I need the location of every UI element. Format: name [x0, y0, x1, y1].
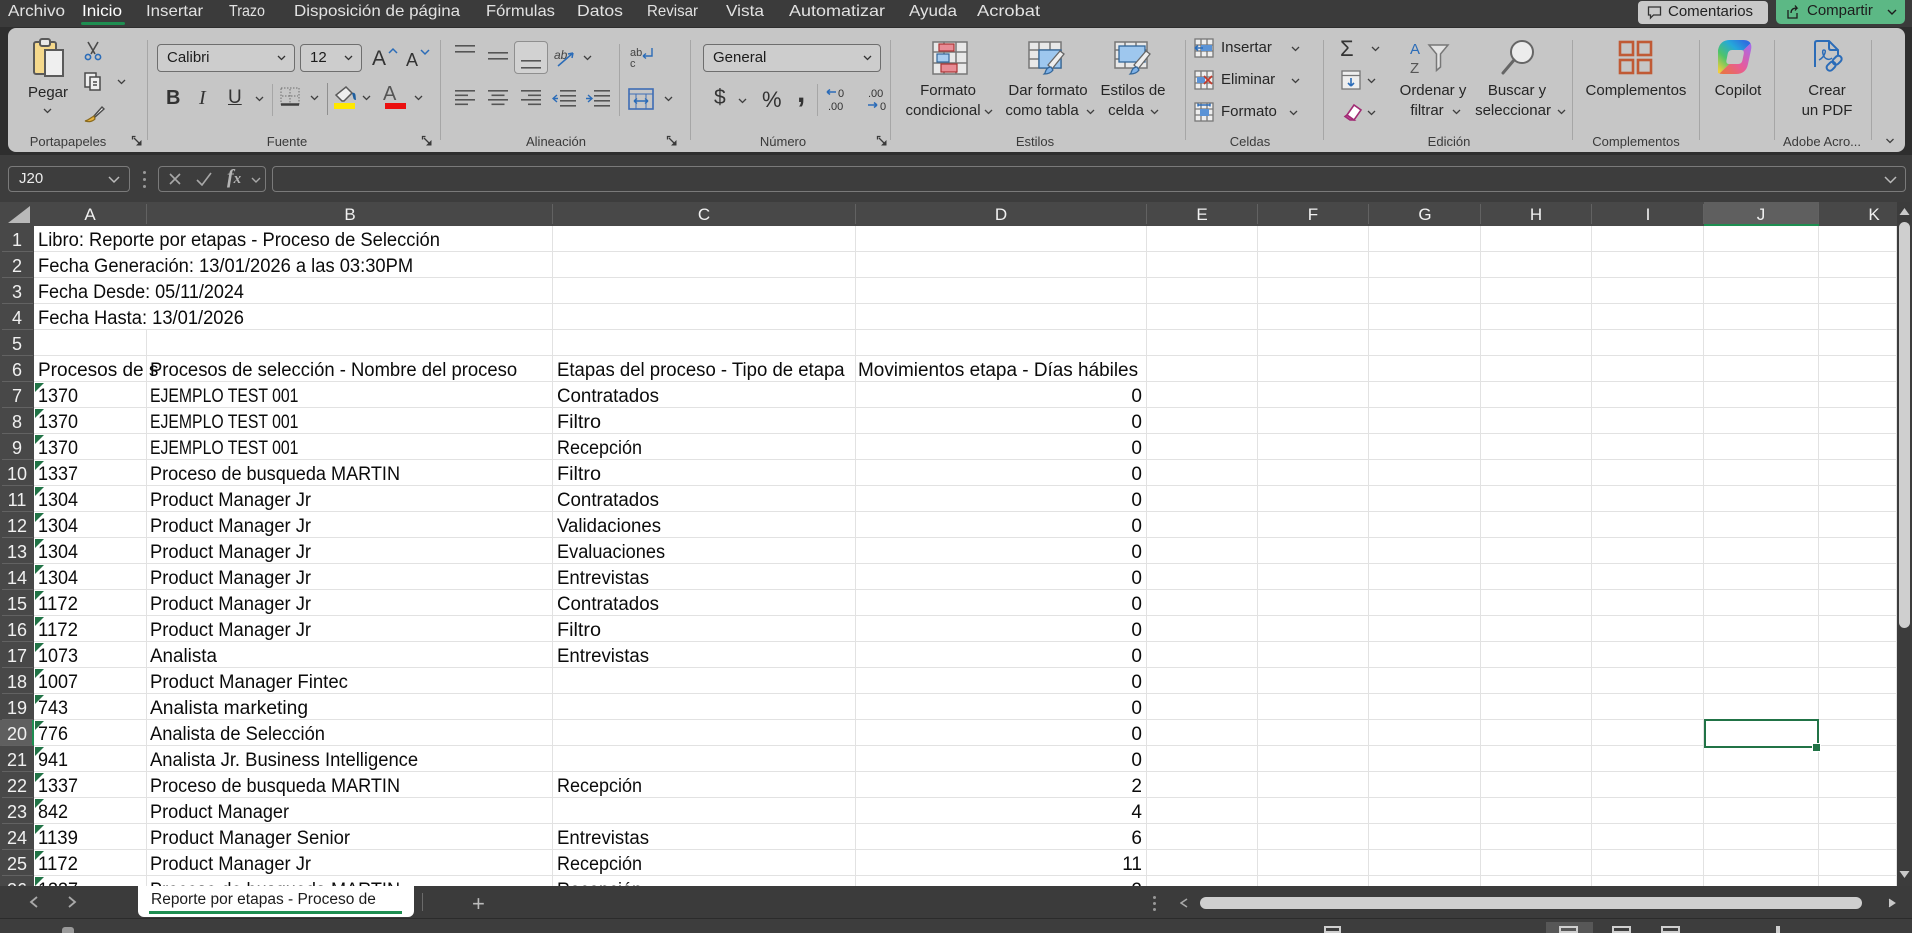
svg-text:Z: Z — [1410, 60, 1419, 76]
svg-text:0: 0 — [838, 88, 844, 100]
svg-text:0: 0 — [880, 101, 886, 112]
svg-text:.00: .00 — [828, 101, 843, 112]
svg-text:.00: .00 — [868, 88, 883, 100]
svg-text:c: c — [630, 58, 636, 70]
svg-text:A: A — [1410, 41, 1420, 58]
